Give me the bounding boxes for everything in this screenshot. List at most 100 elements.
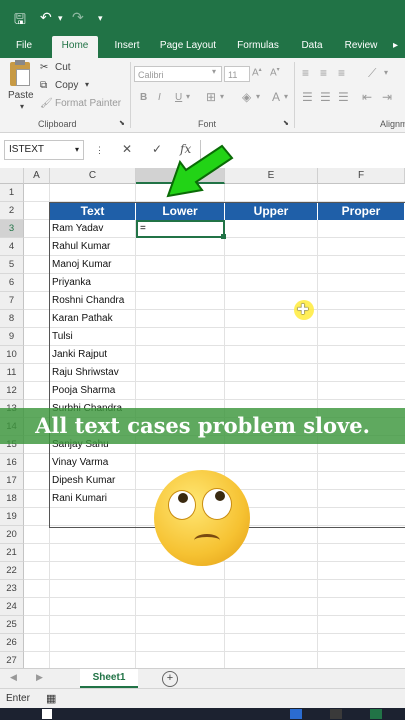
row-header[interactable]: 3: [0, 220, 24, 238]
name-cell[interactable]: Rani Kumari: [50, 490, 136, 508]
column-header-f[interactable]: F: [318, 168, 405, 184]
tab-home[interactable]: Home: [52, 36, 98, 58]
sheet-tab-sheet1[interactable]: Sheet1: [80, 669, 138, 688]
column-header-c[interactable]: C: [50, 168, 136, 184]
paste-button[interactable]: Paste: [8, 90, 34, 101]
row-header[interactable]: 7: [0, 292, 24, 310]
table-header-proper[interactable]: Proper: [318, 202, 405, 220]
name-cell[interactable]: Dipesh Kumar: [50, 472, 136, 490]
table-header-text[interactable]: Text: [50, 202, 136, 220]
start-icon[interactable]: [42, 709, 52, 719]
name-cell[interactable]: Priyanka: [50, 274, 136, 292]
align-middle-icon[interactable]: ≡: [320, 66, 327, 80]
row-header[interactable]: 19: [0, 508, 24, 526]
name-cell[interactable]: Pooja Sharma: [50, 382, 136, 400]
row-header[interactable]: 22: [0, 562, 24, 580]
align-left-icon[interactable]: ☰: [302, 90, 313, 104]
copy-dropdown-icon[interactable]: ▾: [85, 80, 89, 89]
fill-color-icon[interactable]: ◈: [242, 90, 251, 104]
name-cell[interactable]: Tulsi: [50, 328, 136, 346]
taskbar-app-icon[interactable]: [290, 709, 302, 719]
tab-more[interactable]: ▸: [386, 36, 405, 58]
name-cell[interactable]: Rahul Kumar: [50, 238, 136, 256]
row-header[interactable]: 10: [0, 346, 24, 364]
format-painter-button[interactable]: Format Painter: [55, 98, 121, 109]
row-header[interactable]: 23: [0, 580, 24, 598]
italic-button[interactable]: I: [158, 92, 161, 103]
row-header[interactable]: 1: [0, 184, 24, 202]
row-header[interactable]: 17: [0, 472, 24, 490]
borders-dropdown-icon[interactable]: ▾: [220, 92, 224, 101]
name-cell[interactable]: Ram Yadav: [50, 220, 136, 238]
copy-icon[interactable]: ⧉: [40, 80, 47, 91]
orientation-dropdown-icon[interactable]: ▾: [384, 68, 388, 77]
tab-page-layout[interactable]: Page Layout: [156, 36, 220, 58]
decrease-font-icon[interactable]: A▾: [270, 66, 280, 78]
row-header[interactable]: 26: [0, 634, 24, 652]
name-cell[interactable]: Manoj Kumar: [50, 256, 136, 274]
select-all-corner[interactable]: [0, 168, 24, 184]
bold-button[interactable]: B: [140, 92, 147, 103]
customize-toolbar-icon[interactable]: ▾: [98, 13, 103, 24]
macro-record-icon[interactable]: ▦: [46, 692, 56, 705]
row-header[interactable]: 18: [0, 490, 24, 508]
undo-icon[interactable]: ↶: [40, 9, 52, 26]
format-painter-icon[interactable]: 🖌: [40, 98, 53, 109]
name-cell[interactable]: Karan Pathak: [50, 310, 136, 328]
scroll-right-icon[interactable]: ▶: [36, 672, 43, 683]
increase-indent-icon[interactable]: ⇥: [382, 90, 392, 104]
column-header-a[interactable]: A: [24, 168, 50, 184]
redo-icon[interactable]: ↷: [72, 9, 84, 26]
fill-color-dropdown-icon[interactable]: ▾: [256, 92, 260, 101]
name-cell[interactable]: Roshni Chandra: [50, 292, 136, 310]
cut-button[interactable]: Cut: [55, 62, 71, 73]
row-header[interactable]: 20: [0, 526, 24, 544]
add-sheet-button[interactable]: +: [162, 671, 178, 687]
row-header[interactable]: 9: [0, 328, 24, 346]
name-cell[interactable]: Vinay Varma: [50, 454, 136, 472]
table-header-upper[interactable]: Upper: [225, 202, 318, 220]
name-box[interactable]: ISTEXT ▾: [4, 140, 84, 160]
underline-button[interactable]: U: [175, 92, 182, 103]
clipboard-launcher-icon[interactable]: ⬊: [119, 119, 125, 127]
taskbar-app-icon[interactable]: [330, 709, 342, 719]
font-color-icon[interactable]: A: [272, 90, 280, 104]
save-icon[interactable]: 🖫: [14, 9, 26, 33]
copy-button[interactable]: Copy: [55, 80, 78, 91]
align-top-icon[interactable]: ≡: [302, 66, 309, 80]
cut-icon[interactable]: ✂: [40, 62, 48, 73]
align-center-icon[interactable]: ☰: [320, 90, 331, 104]
name-box-dropdown-icon[interactable]: ▾: [75, 141, 79, 159]
paste-icon[interactable]: [10, 60, 30, 86]
cancel-button[interactable]: ✕: [122, 142, 132, 156]
tab-data[interactable]: Data: [294, 36, 330, 58]
borders-icon[interactable]: ⊞: [206, 90, 216, 104]
row-header[interactable]: 16: [0, 454, 24, 472]
font-name-box[interactable]: Calibri: [134, 66, 222, 82]
table-header-lower[interactable]: Lower: [136, 202, 225, 220]
row-header[interactable]: 6: [0, 274, 24, 292]
fill-handle[interactable]: [221, 234, 226, 239]
font-name-dropdown-icon[interactable]: ▾: [212, 67, 216, 76]
row-header[interactable]: 2: [0, 202, 24, 220]
row-header[interactable]: 4: [0, 238, 24, 256]
font-launcher-icon[interactable]: ⬊: [283, 119, 289, 127]
name-cell[interactable]: Raju Shriwstav: [50, 364, 136, 382]
align-bottom-icon[interactable]: ≡: [338, 66, 345, 80]
row-header[interactable]: 5: [0, 256, 24, 274]
paste-dropdown-icon[interactable]: ▾: [20, 102, 24, 111]
row-header[interactable]: 11: [0, 364, 24, 382]
align-right-icon[interactable]: ☰: [338, 90, 349, 104]
increase-font-icon[interactable]: A▴: [252, 66, 262, 78]
row-header[interactable]: 24: [0, 598, 24, 616]
row-header[interactable]: 25: [0, 616, 24, 634]
row-header[interactable]: 8: [0, 310, 24, 328]
font-color-dropdown-icon[interactable]: ▾: [284, 92, 288, 101]
tab-insert[interactable]: Insert: [108, 36, 146, 58]
tab-review[interactable]: Review: [338, 36, 384, 58]
scroll-left-icon[interactable]: ◀: [10, 672, 17, 683]
row-header[interactable]: 21: [0, 544, 24, 562]
orientation-icon[interactable]: ⟋: [368, 66, 376, 81]
underline-dropdown-icon[interactable]: ▾: [186, 92, 190, 101]
decrease-indent-icon[interactable]: ⇤: [362, 90, 372, 104]
